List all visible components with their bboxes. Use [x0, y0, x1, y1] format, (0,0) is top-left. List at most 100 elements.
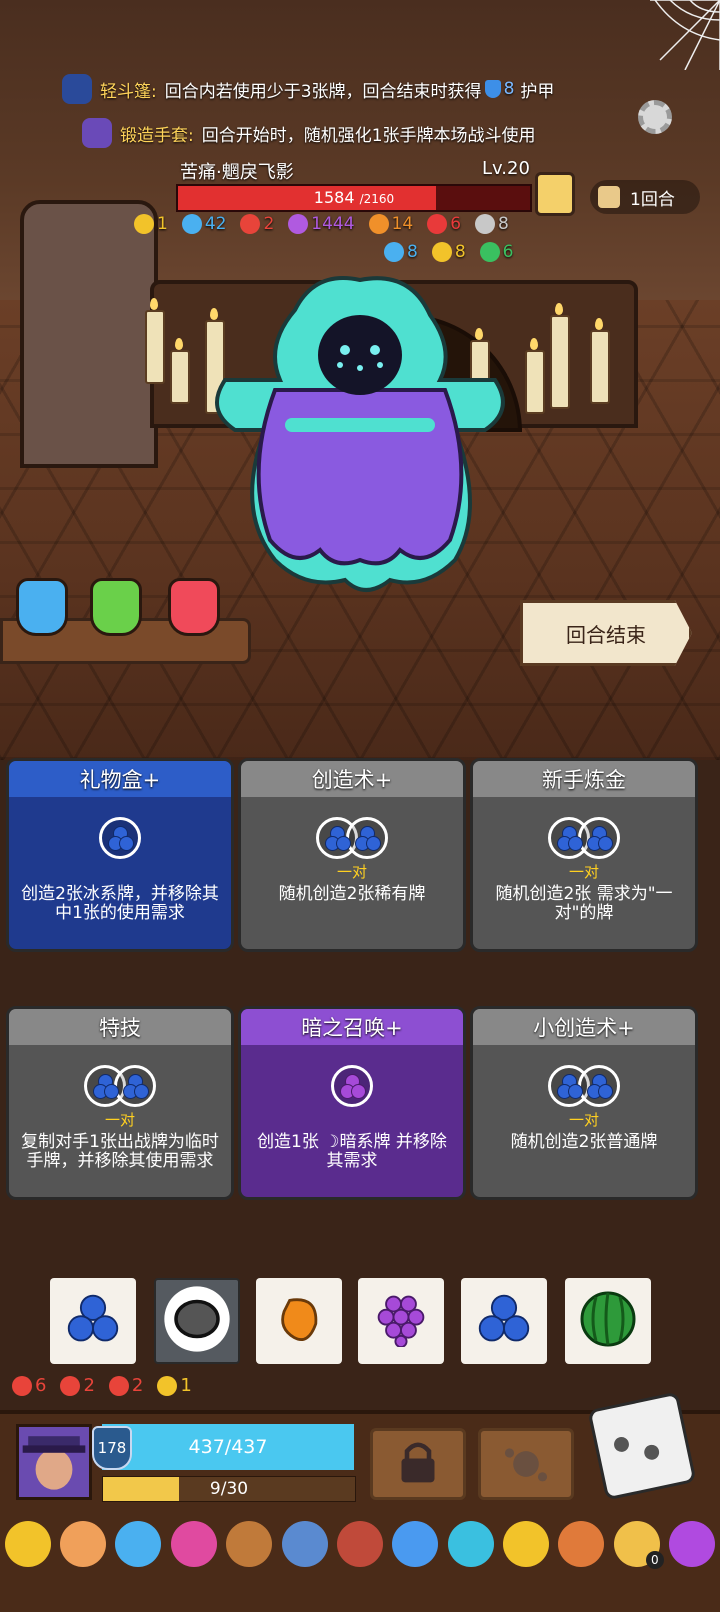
status-devil[interactable]: 6: [427, 214, 461, 234]
fire-icon: [240, 214, 261, 234]
pink-orb-icon[interactable]: [170, 1521, 217, 1567]
dice-requirement: [9, 1065, 231, 1107]
status-value: 8: [498, 214, 509, 234]
lock-icon: [431, 242, 452, 262]
skill-card[interactable]: 特技 一对 复制对手1张出战牌为临时手牌，并移除其使用需求: [6, 1006, 234, 1200]
broken-slot[interactable]: [478, 1428, 574, 1500]
card-title: 小创造术+: [473, 1009, 695, 1045]
player-hp-text: 437/437: [188, 1436, 268, 1458]
enemy-intent-icon[interactable]: [535, 172, 575, 216]
status-speech[interactable]: 8: [384, 242, 418, 262]
dice-requirement: [241, 817, 463, 859]
red-shield-icon: [108, 1375, 129, 1396]
scroll-icon: [598, 186, 620, 208]
status-sword-shield[interactable]: 2: [60, 1375, 95, 1396]
status-gear-red[interactable]: 6: [12, 1375, 46, 1396]
red-potion-icon[interactable]: [168, 578, 220, 636]
hand-die[interactable]: [50, 1278, 136, 1364]
stone-icon: [162, 1284, 232, 1358]
status-skull[interactable]: 8: [475, 214, 509, 234]
blue-sword-icon[interactable]: [281, 1521, 328, 1567]
status-value: 2: [83, 1375, 95, 1396]
status-fire[interactable]: 2: [240, 214, 274, 234]
player-armor-badge: 178: [92, 1426, 132, 1470]
meat-icon[interactable]: [558, 1521, 605, 1567]
poison-icon: [479, 242, 500, 262]
skull-gem-icon[interactable]: [447, 1521, 494, 1567]
card-description: 随机创造2张 需求为"一对"的牌: [495, 884, 673, 923]
shield-icon: [134, 214, 154, 234]
blueberry-icon: [476, 1291, 532, 1351]
card-title: 创造术+: [241, 761, 463, 797]
blue-potion-icon[interactable]: [16, 578, 68, 636]
purple-potion-icon[interactable]: [669, 1521, 716, 1567]
ring-icon[interactable]: [336, 1521, 383, 1567]
card-requirement: 一对: [568, 863, 599, 881]
skull-icon: [475, 214, 496, 234]
skill-card[interactable]: 新手炼金一对随机创造2张 需求为"一对"的牌: [470, 758, 698, 952]
gold-bag-icon[interactable]: 0: [613, 1521, 664, 1569]
relic-badge: 0: [645, 1551, 664, 1569]
status-value: 8: [407, 242, 418, 262]
status-poison[interactable]: 6: [479, 242, 513, 262]
enemy-hp-text: 1584 /2160: [313, 188, 395, 207]
hand-die[interactable]: [256, 1278, 342, 1364]
card-requirement: 一对: [568, 1111, 599, 1129]
hand-die[interactable]: [358, 1278, 444, 1364]
blueberry-die-icon: [114, 1065, 156, 1107]
shield-icon: [484, 80, 501, 98]
ghost-boss-icon[interactable]: [195, 270, 525, 600]
hand-die[interactable]: [461, 1278, 547, 1364]
reroll-dice-button[interactable]: [587, 1391, 697, 1501]
status-value: 1444: [311, 214, 355, 234]
flame-icon: [368, 214, 389, 234]
grape-icon: [373, 1291, 429, 1351]
candle: [525, 338, 545, 414]
flame-crown-icon[interactable]: [226, 1521, 273, 1567]
enemy-hp-bar: 1584 /2160: [176, 184, 532, 212]
card-description: 创造1张 ☽暗系牌 并移除其需求: [257, 1132, 447, 1171]
status-red-shield[interactable]: 2: [108, 1375, 143, 1396]
status-curse[interactable]: 1444: [288, 214, 355, 234]
hand-die[interactable]: [565, 1278, 651, 1364]
player-avatar[interactable]: [16, 1424, 92, 1500]
puzzle-icon[interactable]: [503, 1521, 550, 1567]
buff-forging-gloves: 锻造手套: 回合开始时，随机强化1张手牌本场战斗使用: [82, 116, 536, 150]
skill-card[interactable]: 暗之召唤+ 创造1张 ☽暗系牌 并移除其需求: [238, 1006, 466, 1200]
skill-card[interactable]: 创造术+ 一对 随机创造2张稀有牌: [238, 758, 466, 952]
player-xp-text: 9/30: [209, 1479, 249, 1499]
status-frost[interactable]: 42: [181, 214, 226, 234]
green-potion-icon[interactable]: [90, 578, 142, 636]
cloak-icon: [62, 74, 92, 104]
dice-requirement: [473, 817, 695, 859]
hand-die[interactable]: [154, 1278, 240, 1364]
crown-icon[interactable]: [4, 1521, 51, 1567]
target-icon[interactable]: [60, 1521, 107, 1567]
blueberry-icon: [65, 1291, 121, 1351]
crystal-icon[interactable]: [392, 1521, 439, 1567]
status-lock[interactable]: 8: [431, 242, 466, 262]
status-value: 2: [263, 214, 275, 234]
status-shield[interactable]: 1: [134, 214, 168, 234]
card-description: 复制对手1张出战牌为临时手牌，并移除其使用需求: [21, 1132, 219, 1171]
gem-bird-icon[interactable]: [115, 1521, 162, 1567]
settings-gear-icon[interactable]: [638, 100, 672, 134]
candle: [170, 338, 190, 404]
blueberry-die-icon: [578, 1065, 620, 1107]
status-flame[interactable]: 14: [368, 214, 413, 234]
card-description: 创造2张冰系牌，并移除其中1张的使用需求: [21, 884, 219, 923]
buff-text-end: 护甲: [520, 81, 555, 102]
card-title: 新手炼金: [473, 761, 695, 797]
buff-name: 轻斗篷:: [100, 81, 157, 102]
end-turn-button[interactable]: 回合结束: [520, 600, 692, 666]
skill-card[interactable]: 礼物盒+ 创造2张冰系牌，并移除其中1张的使用需求: [6, 758, 234, 952]
candle: [550, 303, 570, 409]
status-gold-shield[interactable]: 1: [157, 1375, 192, 1396]
card-title: 特技: [9, 1009, 231, 1045]
padlock-icon: [401, 1442, 435, 1483]
grape-die-icon: [331, 1065, 373, 1107]
skill-card[interactable]: 小创造术+ 一对 随机创造2张普通牌: [470, 1006, 698, 1200]
card-requirement: [241, 1109, 463, 1127]
locked-slot[interactable]: [370, 1428, 466, 1500]
buff-text: 回合开始时，随机强化1张手牌本场战斗使用: [201, 125, 536, 146]
